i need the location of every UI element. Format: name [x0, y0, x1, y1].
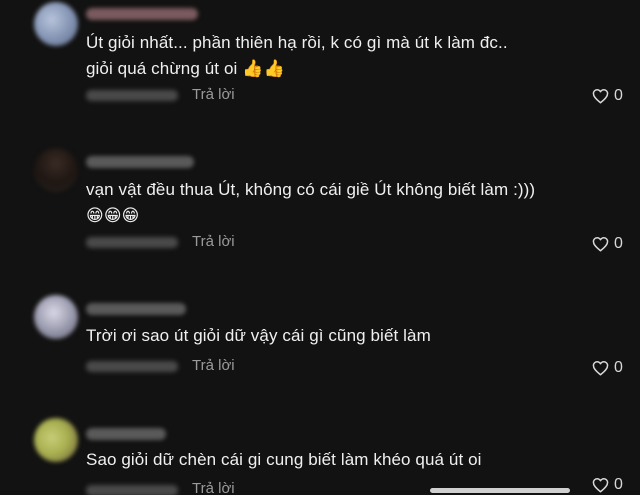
username-redacted[interactable]: [86, 156, 194, 168]
comments-screen: Út giỏi nhất... phần thiên hạ rồi, k có …: [0, 0, 640, 495]
avatar[interactable]: [34, 418, 78, 462]
like-count: 0: [614, 87, 623, 104]
timestamp-redacted: [86, 361, 178, 372]
reply-button[interactable]: Trả lời: [192, 86, 235, 104]
avatar[interactable]: [34, 2, 78, 46]
comment-text: Sao giỏi dữ chèn cái gi cung biết làm kh…: [86, 450, 482, 469]
like-button[interactable]: 0: [592, 358, 623, 378]
reply-button[interactable]: Trả lời: [192, 480, 235, 495]
like-count: 0: [614, 476, 623, 493]
timestamp-redacted: [86, 485, 178, 495]
like-button[interactable]: 0: [592, 234, 623, 254]
like-count: 0: [614, 359, 623, 376]
comment-text: Trời ơi sao út giỏi dữ vậy cái gì cũng b…: [86, 326, 431, 345]
heart-outline-icon: [592, 361, 609, 376]
timestamp-redacted: [86, 237, 178, 248]
reply-button[interactable]: Trả lời: [192, 357, 235, 375]
avatar[interactable]: [34, 148, 78, 192]
timestamp-redacted: [86, 90, 178, 101]
comment-text: Út giỏi nhất... phần thiên hạ rồi, k có …: [86, 33, 508, 78]
avatar[interactable]: [34, 295, 78, 339]
heart-outline-icon: [592, 478, 609, 493]
heart-outline-icon: [592, 237, 609, 252]
home-indicator[interactable]: [430, 488, 570, 493]
comment-text: vạn vật đều thua Út, không có cái giề Út…: [86, 180, 536, 225]
like-button[interactable]: 0: [592, 86, 623, 106]
like-button[interactable]: 0: [592, 475, 623, 495]
like-count: 0: [614, 235, 623, 252]
username-redacted[interactable]: [86, 303, 186, 315]
username-redacted[interactable]: [86, 8, 198, 20]
reply-button[interactable]: Trả lời: [192, 233, 235, 251]
heart-outline-icon: [592, 89, 609, 104]
username-redacted[interactable]: [86, 428, 166, 440]
